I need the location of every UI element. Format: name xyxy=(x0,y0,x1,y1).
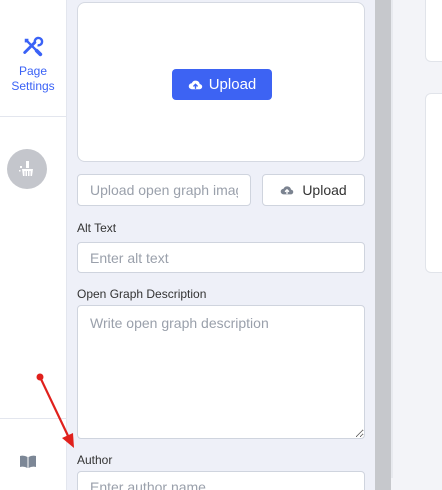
alt-text-input[interactable] xyxy=(77,242,365,273)
panel-scrollbar[interactable] xyxy=(375,0,391,490)
book-icon[interactable] xyxy=(19,455,37,469)
og-image-upload-button[interactable]: Upload xyxy=(262,174,365,206)
upload-button[interactable]: Upload xyxy=(172,69,272,100)
alt-text-label: Alt Text xyxy=(77,221,117,235)
og-description-textarea[interactable] xyxy=(77,305,365,439)
broom-icon[interactable] xyxy=(7,149,47,189)
author-label: Author xyxy=(77,453,113,467)
author-input[interactable] xyxy=(77,471,365,490)
upload-button-label: Upload xyxy=(208,76,257,93)
wrench-screwdriver-icon xyxy=(23,36,44,57)
icon-rail: Page Settings xyxy=(0,0,67,490)
sidebar-item-label: Page Settings xyxy=(11,64,55,93)
page-settings-panel: Upload Upload Alt Text Open Graph Descri… xyxy=(67,0,375,490)
sidebar-item-page-settings[interactable]: Page Settings xyxy=(0,0,66,117)
preview-card xyxy=(425,0,442,62)
og-description-label: Open Graph Description xyxy=(77,287,207,301)
og-image-url-input[interactable] xyxy=(77,174,251,206)
preview-divider xyxy=(391,0,393,478)
sidebar-bottom-section xyxy=(0,418,66,490)
preview-area xyxy=(391,0,442,490)
og-image-upload-label: Upload xyxy=(302,182,347,198)
preview-card xyxy=(425,93,442,273)
cloud-upload-icon xyxy=(281,186,294,195)
cloud-upload-icon xyxy=(188,80,202,90)
image-dropzone[interactable]: Upload xyxy=(77,2,365,162)
broom-glyph xyxy=(19,161,33,176)
